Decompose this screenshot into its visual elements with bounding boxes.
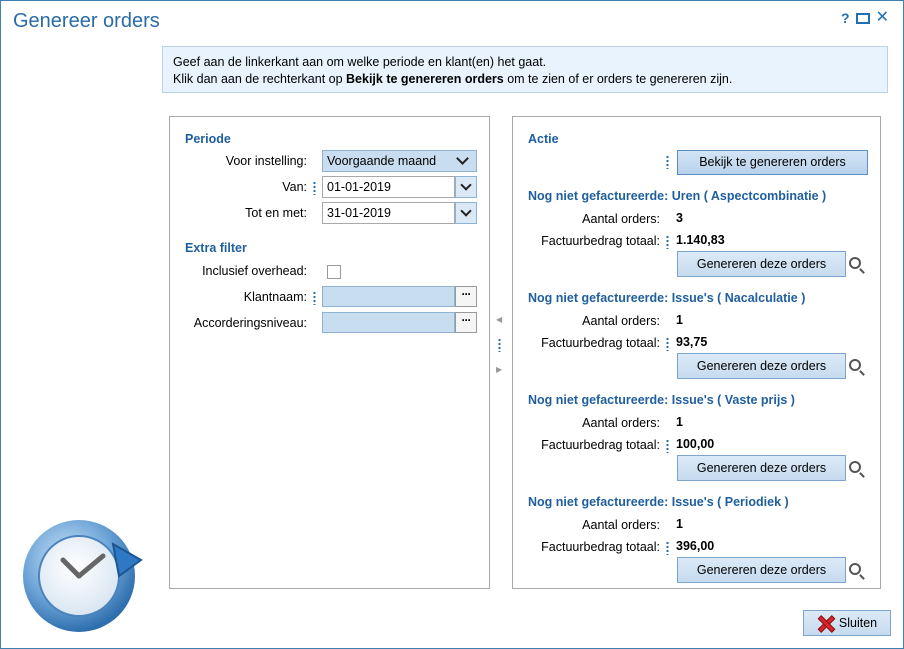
search-icon[interactable] — [849, 359, 861, 371]
aantal-value: 3 — [676, 211, 683, 225]
bedrag-label: Factuurbedrag totaal: — [541, 438, 660, 452]
voor-instelling-select[interactable]: Voorgaande maand — [322, 150, 477, 172]
bedrag-value: 100,00 — [676, 437, 715, 451]
genereer-orders-dialog: Genereer orders ? ✕ Geef aan de linkerka… — [0, 0, 904, 649]
overhead-label: Inclusief overhead: — [202, 264, 307, 278]
group-title: Nog niet gefactureerde: Uren ( Aspectcom… — [528, 189, 827, 203]
action-panel: Actie Bekijk te genereren orders Nog nie… — [512, 116, 881, 589]
window-title: Genereer orders — [13, 10, 160, 32]
drag-grip-icon[interactable] — [313, 291, 316, 305]
tot-date-dropdown[interactable] — [455, 202, 477, 224]
aantal-value: 1 — [676, 415, 683, 429]
overhead-checkbox[interactable] — [327, 265, 341, 279]
tot-date-input[interactable]: 31-01-2019 — [322, 202, 455, 224]
genereren-button[interactable]: Genereren deze orders — [677, 353, 846, 379]
genereren-button[interactable]: Genereren deze orders — [677, 455, 846, 481]
van-date-dropdown[interactable] — [455, 176, 477, 198]
search-icon[interactable] — [849, 461, 861, 473]
sluiten-button[interactable]: Sluiten — [803, 610, 891, 636]
drag-grip-icon[interactable] — [313, 181, 316, 195]
actie-title: Actie — [528, 132, 559, 146]
instruction-line-2: Klik dan aan de rechterkant op Bekijk te… — [173, 72, 733, 86]
group-title: Nog niet gefactureerde: Issue's ( Vaste … — [528, 393, 795, 407]
voor-instelling-label: Voor instelling: — [225, 154, 307, 168]
periode-title: Periode — [185, 132, 231, 146]
bedrag-value: 396,00 — [676, 539, 715, 553]
bedrag-value: 93,75 — [676, 335, 708, 349]
splitter-grip-icon[interactable] — [498, 338, 501, 352]
drag-grip-icon[interactable] — [666, 337, 669, 351]
search-icon[interactable] — [849, 257, 861, 269]
search-icon[interactable] — [849, 563, 861, 575]
aantal-value: 1 — [676, 517, 683, 531]
klantnaam-lookup-button[interactable]: ··· — [455, 286, 477, 307]
bekijk-orders-button[interactable]: Bekijk te genereren orders — [677, 150, 868, 175]
chevron-down-icon — [460, 205, 472, 217]
van-date-input[interactable]: 01-01-2019 — [322, 176, 455, 198]
group-title: Nog niet gefactureerde: Issue's ( Period… — [528, 495, 789, 509]
chevron-down-icon — [456, 152, 469, 165]
drag-grip-icon[interactable] — [666, 439, 669, 453]
splitter-right-arrow-icon[interactable]: ▶ — [496, 365, 502, 374]
genereren-button[interactable]: Genereren deze orders — [677, 251, 846, 277]
extra-filter-title: Extra filter — [185, 241, 247, 255]
aantal-label: Aantal orders: — [582, 518, 660, 532]
aantal-label: Aantal orders: — [582, 212, 660, 226]
genereren-button[interactable]: Genereren deze orders — [677, 557, 846, 583]
instruction-bold: Bekijk te genereren orders — [346, 72, 504, 86]
klantnaam-input[interactable] — [322, 286, 455, 307]
instruction-box: Geef aan de linkerkant aan om welke peri… — [162, 46, 888, 93]
aantal-value: 1 — [676, 313, 683, 327]
splitter-left-arrow-icon[interactable]: ◀ — [496, 315, 502, 324]
chevron-down-icon — [460, 179, 472, 191]
drag-grip-icon[interactable] — [666, 541, 669, 555]
aantal-label: Aantal orders: — [582, 416, 660, 430]
close-icon[interactable]: ✕ — [876, 10, 889, 26]
klantnaam-label: Klantnaam: — [243, 290, 307, 304]
accordering-label: Accorderingsniveau: — [193, 316, 307, 330]
tot-en-met-label: Tot en met: — [245, 206, 307, 220]
van-label: Van: — [282, 180, 307, 194]
bedrag-label: Factuurbedrag totaal: — [541, 234, 660, 248]
help-button[interactable]: ? — [841, 11, 850, 25]
instruction-line-1: Geef aan de linkerkant aan om welke peri… — [173, 55, 547, 69]
window-controls: ? ✕ — [841, 10, 889, 26]
drag-grip-icon[interactable] — [666, 235, 669, 249]
accordering-input[interactable] — [322, 312, 455, 333]
clock-refresh-icon — [23, 520, 143, 632]
accordering-lookup-button[interactable]: ··· — [455, 312, 477, 333]
bedrag-label: Factuurbedrag totaal: — [541, 336, 660, 350]
maximize-icon[interactable] — [855, 13, 870, 24]
group-title: Nog niet gefactureerde: Issue's ( Nacalc… — [528, 291, 806, 305]
bedrag-label: Factuurbedrag totaal: — [541, 540, 660, 554]
aantal-label: Aantal orders: — [582, 314, 660, 328]
drag-grip-icon[interactable] — [666, 155, 669, 169]
sluiten-label: Sluiten — [838, 616, 878, 630]
close-x-icon — [817, 615, 833, 631]
bedrag-value: 1.140,83 — [676, 233, 725, 247]
filter-panel: Periode Voor instelling: Voorgaande maan… — [169, 116, 490, 589]
